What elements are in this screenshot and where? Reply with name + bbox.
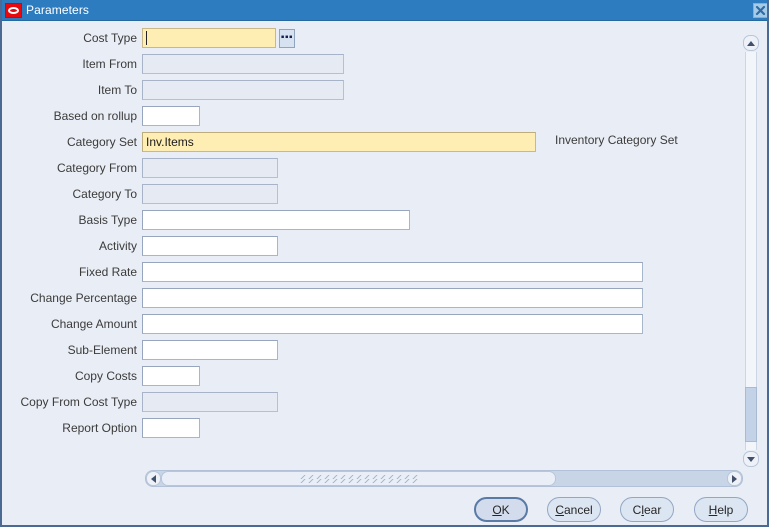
ellipsis-icon[interactable]: ▪▪▪ <box>279 28 295 48</box>
ellipsis-glyph: ▪▪▪ <box>280 32 294 43</box>
field-input[interactable] <box>142 106 200 126</box>
field-label: Copy Costs <box>74 369 137 383</box>
field-input <box>142 54 344 74</box>
field-input[interactable] <box>142 210 410 230</box>
form-canvas: Cost Type ▪▪▪ Item From Item To Based on rol… <box>2 21 767 525</box>
scroll-thumb-grip <box>298 475 419 483</box>
field-input[interactable] <box>142 132 536 152</box>
form-row: Category From <box>2 157 278 179</box>
title-bar: Parameters <box>2 0 767 21</box>
field-input <box>142 184 278 204</box>
form-row: Activity <box>2 235 278 257</box>
window-title: Parameters <box>26 3 90 17</box>
field-input[interactable] <box>142 236 278 256</box>
scroll-down-arrow-icon[interactable] <box>743 451 759 467</box>
form-row: Category To <box>2 183 278 205</box>
form-row: Item To <box>2 79 344 101</box>
field-input[interactable] <box>142 28 276 48</box>
form-row: Category Set <box>2 131 536 153</box>
form-row: Cost Type ▪▪▪ <box>2 27 295 49</box>
horizontal-scrollbar[interactable] <box>145 470 743 487</box>
horizontal-scroll-thumb[interactable] <box>161 471 556 486</box>
parameters-dialog: Parameters Cost Type ▪▪▪ Item From Item To B… <box>0 0 769 527</box>
field-input[interactable] <box>142 262 643 282</box>
field-input[interactable] <box>142 366 200 386</box>
field-label: Cost Type <box>83 31 137 45</box>
clear-button[interactable]: Cl ear <box>620 497 674 522</box>
field-label: Change Percentage <box>30 291 137 305</box>
form-row: Sub-Element <box>2 339 278 361</box>
field-label: Category To <box>72 187 137 201</box>
vertical-scroll-thumb[interactable] <box>745 387 757 442</box>
form-row: Item From <box>2 53 344 75</box>
form-row: Change Amount <box>2 313 643 335</box>
field-input[interactable] <box>142 418 200 438</box>
field-input[interactable] <box>142 314 643 334</box>
button-label-post: elp <box>717 502 734 517</box>
field-input <box>142 158 278 178</box>
button-label-mnemonic: O <box>492 502 502 517</box>
form-row: Based on rollup <box>2 105 200 127</box>
form-row: Copy Costs <box>2 365 200 387</box>
field-label: Item From <box>82 57 137 71</box>
scroll-up-arrow-icon[interactable] <box>743 35 759 51</box>
field-input[interactable] <box>142 288 643 308</box>
scroll-right-arrow-icon[interactable] <box>727 471 742 486</box>
field-label: Copy From Cost Type <box>20 395 137 409</box>
field-hint-text: Inventory Category Set <box>555 133 678 147</box>
field-label: Sub-Element <box>67 343 137 357</box>
field-label: Category Set <box>66 135 137 149</box>
field-label: Item To <box>97 83 137 97</box>
button-label-mnemonic: C <box>555 502 564 517</box>
form-row: Report Option <box>2 417 200 439</box>
field-label: Category From <box>56 161 137 175</box>
close-icon[interactable] <box>753 3 767 18</box>
field-label: Fixed Rate <box>78 265 137 279</box>
button-label-post: ancel <box>563 502 593 517</box>
scroll-left-arrow-icon[interactable] <box>146 471 161 486</box>
field-label: Change Amount <box>50 317 137 331</box>
form-row: Copy From Cost Type <box>2 391 278 413</box>
field-input[interactable] <box>142 340 278 360</box>
field-label: Basis Type <box>78 213 137 227</box>
button-label-post: ear <box>644 502 662 517</box>
vertical-scrollbar[interactable] <box>743 35 759 467</box>
dialog-button-bar: O K Cancel Cl ear Help <box>2 497 767 525</box>
oracle-logo-icon <box>5 2 22 18</box>
button-label-pre: C <box>632 502 642 517</box>
form-row: Basis Type <box>2 209 410 231</box>
form-row: Change Percentage <box>2 287 643 309</box>
form-row: Fixed Rate <box>2 261 643 283</box>
field-input <box>142 80 344 100</box>
cancel-button[interactable]: Cancel <box>547 497 601 522</box>
button-label-post: K <box>501 502 510 517</box>
ok-button[interactable]: OK <box>474 497 528 522</box>
field-label: Based on rollup <box>53 109 137 123</box>
help-button[interactable]: Help <box>694 497 748 522</box>
field-label: Activity <box>98 239 137 253</box>
field-input <box>142 392 278 412</box>
field-label: Report Option <box>62 421 137 435</box>
button-label-mnemonic: H <box>708 502 718 517</box>
